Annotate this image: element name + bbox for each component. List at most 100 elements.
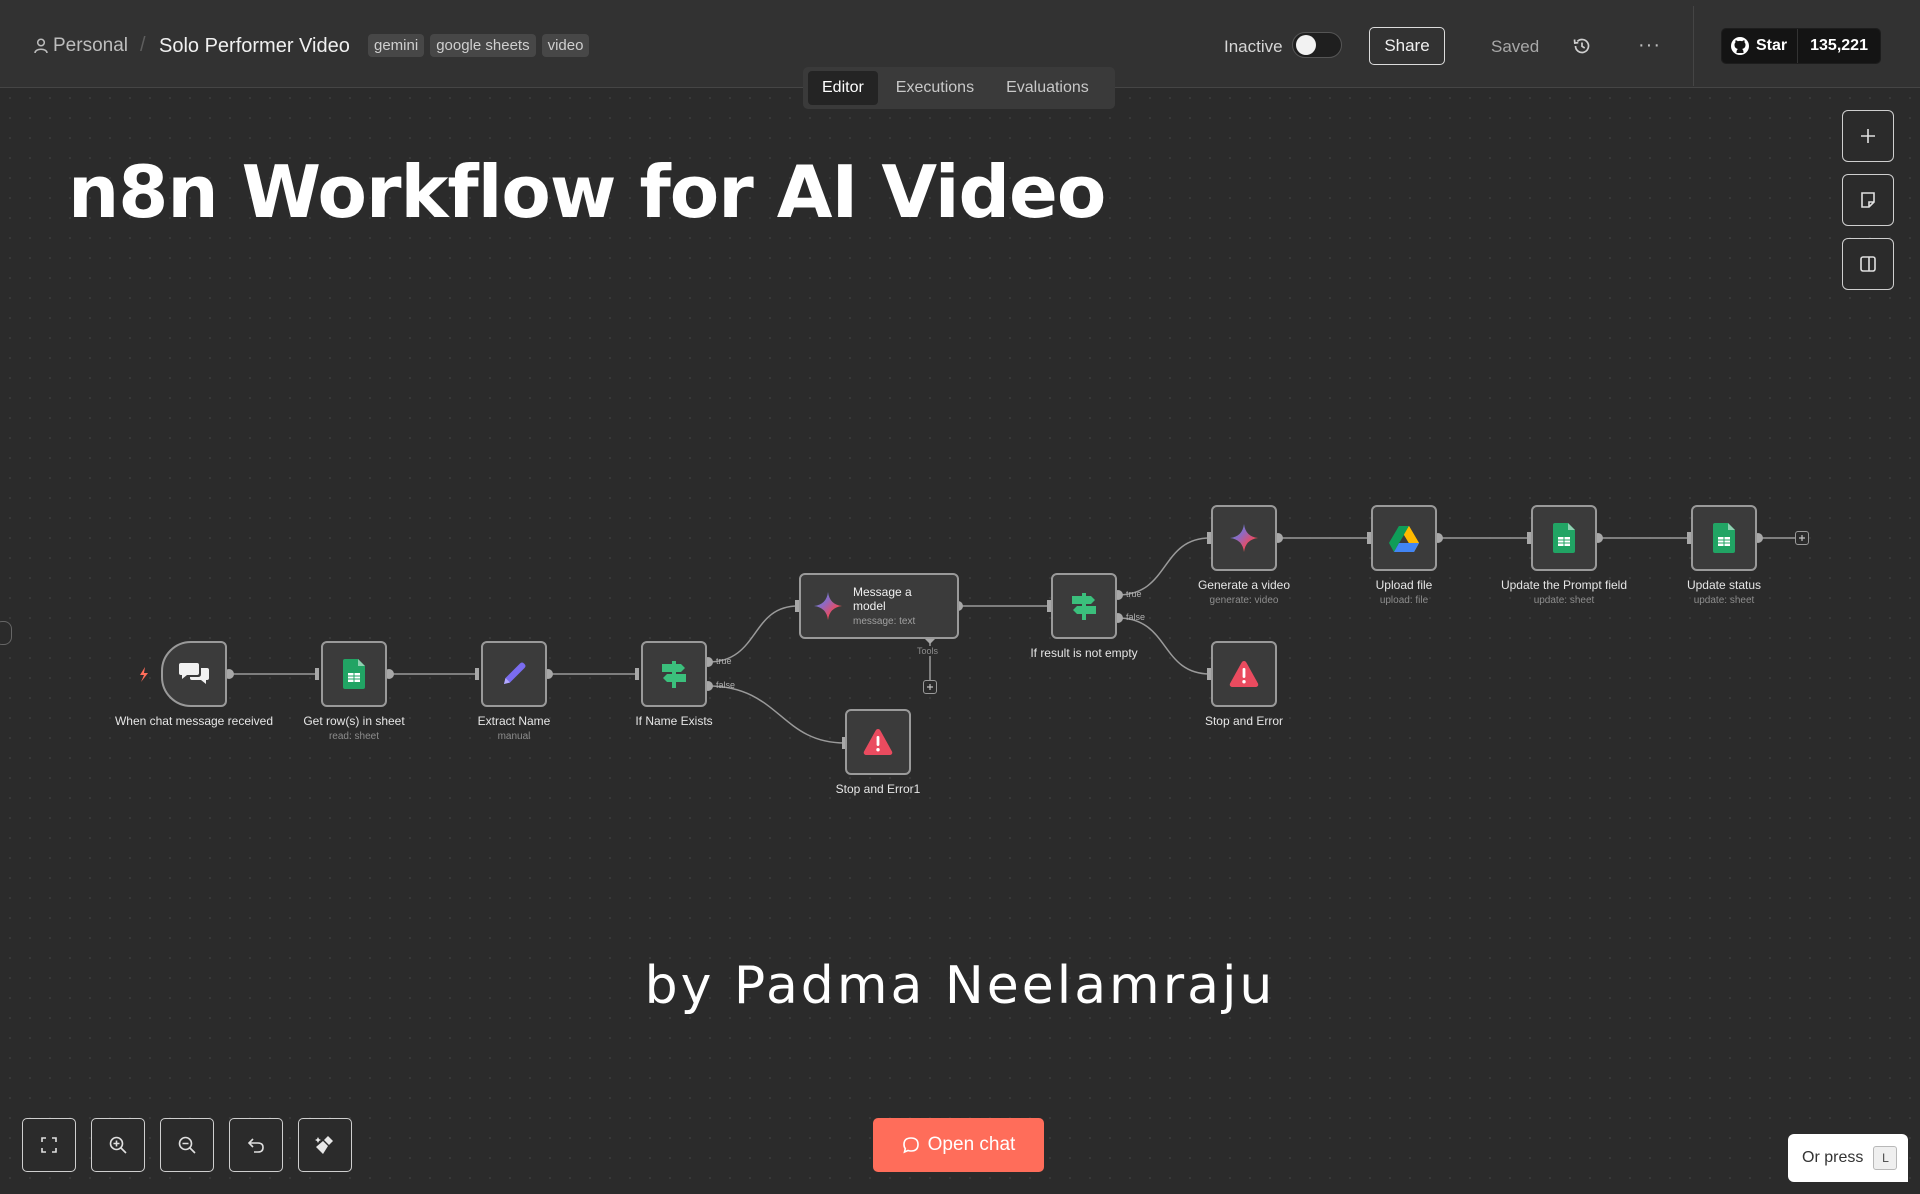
canvas-sticky-title: n8n Workflow for AI Video (68, 150, 1106, 234)
node-label: When chat message received (114, 714, 274, 728)
add-node-button[interactable] (1842, 110, 1894, 162)
toggle-knob (1296, 35, 1316, 55)
node-label: Update the Prompt field (1500, 578, 1628, 592)
pencil-icon (504, 662, 526, 684)
keyboard-hint: Or press L (1788, 1134, 1908, 1182)
google-sheets-icon (1713, 523, 1735, 553)
node-label: Extract Name (477, 714, 551, 728)
warning-icon (1229, 661, 1259, 687)
branch-label-true: true (1126, 589, 1142, 599)
zoom-out-button[interactable] (160, 1118, 214, 1172)
node-stop-and-error[interactable] (1211, 641, 1277, 707)
node-if-result-not-empty[interactable] (1051, 573, 1117, 639)
left-panel-handle[interactable] (0, 621, 12, 645)
side-panel-icon (1860, 256, 1876, 272)
node-label: Generate a video (1197, 578, 1291, 592)
node-subtitle: generate: video (1209, 595, 1279, 606)
node-label: model (853, 599, 886, 613)
workflow-tags: gemini google sheets video (368, 34, 590, 57)
node-subtitle: manual (497, 731, 531, 742)
warning-icon (863, 729, 893, 755)
tag-gemini[interactable]: gemini (368, 34, 425, 57)
open-chat-button[interactable]: Open chat (873, 1118, 1044, 1172)
sticky-note-icon (1861, 192, 1875, 208)
node-upload-file[interactable] (1371, 505, 1437, 571)
plus-icon (1799, 535, 1805, 541)
node-generate-video[interactable] (1211, 505, 1277, 571)
gemini-icon (814, 592, 842, 620)
tidy-up-button[interactable] (298, 1118, 352, 1172)
keyboard-hint-text: Or press (1802, 1149, 1864, 1166)
header-divider (1693, 6, 1694, 86)
github-icon (1731, 37, 1749, 55)
toggle-side-panel-button[interactable] (1842, 238, 1894, 290)
saved-status: Saved (1491, 37, 1540, 56)
plus-icon (1861, 129, 1875, 143)
tab-evaluations[interactable]: Evaluations (992, 71, 1103, 105)
node-update-prompt-field[interactable] (1531, 505, 1597, 571)
zoom-to-fit-button[interactable] (22, 1118, 76, 1172)
tools-connector-label: Tools (916, 646, 940, 656)
chat-bubbles-icon (179, 663, 209, 684)
zoom-out-icon (178, 1136, 196, 1154)
google-sheets-icon (343, 659, 365, 689)
open-chat-label: Open chat (927, 1134, 1016, 1155)
node-label: If Name Exists (635, 714, 713, 728)
node-chat-trigger[interactable] (161, 641, 227, 707)
node-subtitle: read: sheet (328, 731, 380, 742)
view-tabs: Editor Executions Evaluations (803, 67, 1115, 109)
github-star-count: 135,221 (1798, 29, 1880, 63)
gemini-icon (1230, 524, 1258, 552)
plus-icon (927, 684, 933, 690)
node-label: Update status (1686, 578, 1762, 592)
tag-video[interactable]: video (541, 34, 590, 57)
node-label: If result is not empty (1030, 646, 1138, 660)
canvas-sticky-byline: by Padma Neelamraju (644, 956, 1276, 1016)
zoom-in-icon (109, 1136, 127, 1154)
google-sheets-icon (1553, 523, 1575, 553)
add-sticky-note-button[interactable] (1842, 174, 1894, 226)
node-label: Get row(s) in sheet (303, 714, 405, 728)
github-star-widget: Star 135,221 (1721, 28, 1881, 64)
broom-icon (315, 1136, 333, 1154)
user-icon (34, 38, 48, 54)
signpost-icon (662, 661, 686, 688)
github-star-label: Star (1756, 37, 1788, 54)
node-label: Stop and Error (1204, 714, 1284, 728)
more-options-icon[interactable]: ··· (1638, 34, 1661, 57)
node-label: Stop and Error1 (835, 782, 921, 796)
node-get-rows[interactable] (321, 641, 387, 707)
tag-google-sheets[interactable]: google sheets (430, 34, 536, 57)
google-drive-icon (1389, 525, 1419, 552)
history-icon[interactable] (1572, 36, 1592, 56)
node-message-model[interactable]: Message a model message: text (799, 573, 959, 639)
active-toggle[interactable] (1292, 32, 1342, 58)
workflow-title[interactable]: Solo Performer Video (159, 35, 350, 58)
workflow-canvas[interactable] (0, 88, 1920, 1194)
breadcrumb-separator: / (140, 34, 146, 56)
share-button[interactable]: Share (1369, 27, 1445, 65)
tab-executions[interactable]: Executions (882, 71, 988, 105)
undo-icon (247, 1138, 264, 1153)
zoom-in-button[interactable] (91, 1118, 145, 1172)
chat-icon (902, 1137, 919, 1154)
add-next-node-button[interactable] (1795, 531, 1809, 545)
add-tool-button[interactable] (923, 680, 937, 694)
node-label: Upload file (1375, 578, 1433, 592)
tab-editor[interactable]: Editor (808, 71, 878, 105)
node-label: Message a (853, 585, 912, 599)
branch-label-true: true (716, 656, 732, 666)
fit-view-icon (41, 1137, 57, 1153)
branch-label-false: false (716, 680, 736, 690)
node-subtitle: message: text (853, 616, 916, 627)
node-subtitle: update: sheet (1693, 595, 1755, 606)
active-status-label: Inactive (1224, 37, 1283, 56)
node-update-status[interactable] (1691, 505, 1757, 571)
node-stop-and-error1[interactable] (845, 709, 911, 775)
github-star-button[interactable]: Star (1722, 29, 1799, 63)
shortcut-key: L (1873, 1146, 1898, 1170)
node-if-name-exists[interactable] (641, 641, 707, 707)
breadcrumb-project[interactable]: Personal (53, 35, 128, 57)
node-extract-name[interactable] (481, 641, 547, 707)
undo-button[interactable] (229, 1118, 283, 1172)
